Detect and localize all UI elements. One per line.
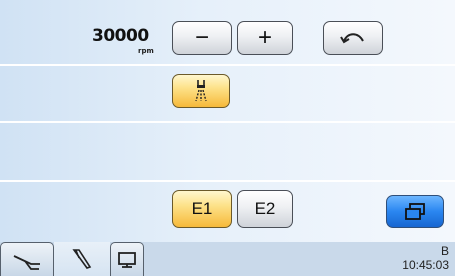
- tab-bar: [0, 242, 455, 276]
- divider: [0, 64, 455, 66]
- tab-chair[interactable]: [0, 242, 54, 276]
- divider: [0, 180, 455, 182]
- increase-label: +: [257, 24, 272, 51]
- chair-icon: [13, 254, 40, 270]
- window-icon: [405, 202, 425, 220]
- tab-instrument[interactable]: [54, 242, 110, 276]
- window-button[interactable]: [386, 195, 444, 228]
- spray-button[interactable]: [172, 74, 230, 108]
- e2-button[interactable]: E2: [237, 190, 293, 228]
- status-mode: B: [440, 244, 449, 258]
- e1-button[interactable]: E1: [172, 190, 232, 228]
- e2-label: E2: [254, 199, 276, 218]
- decrease-label: −: [194, 24, 209, 51]
- monitor-icon: [118, 251, 136, 268]
- undo-button[interactable]: [323, 21, 383, 55]
- tab-monitor[interactable]: [110, 242, 144, 276]
- undo-icon: [340, 33, 364, 44]
- increase-button[interactable]: +: [237, 21, 293, 55]
- spray-icon: [195, 80, 207, 102]
- control-panel: 30000 rpm − + E1 E2 B 10:45:03: [0, 0, 455, 276]
- speed-value: 30000: [92, 26, 149, 46]
- instrument-icon: [72, 249, 92, 269]
- decrease-button[interactable]: −: [172, 21, 232, 55]
- e1-label: E1: [191, 199, 213, 218]
- divider: [0, 121, 455, 123]
- status-time: 10:45:03: [402, 258, 449, 272]
- speed-unit: rpm: [138, 47, 154, 55]
- status-area: B 10:45:03: [402, 244, 449, 272]
